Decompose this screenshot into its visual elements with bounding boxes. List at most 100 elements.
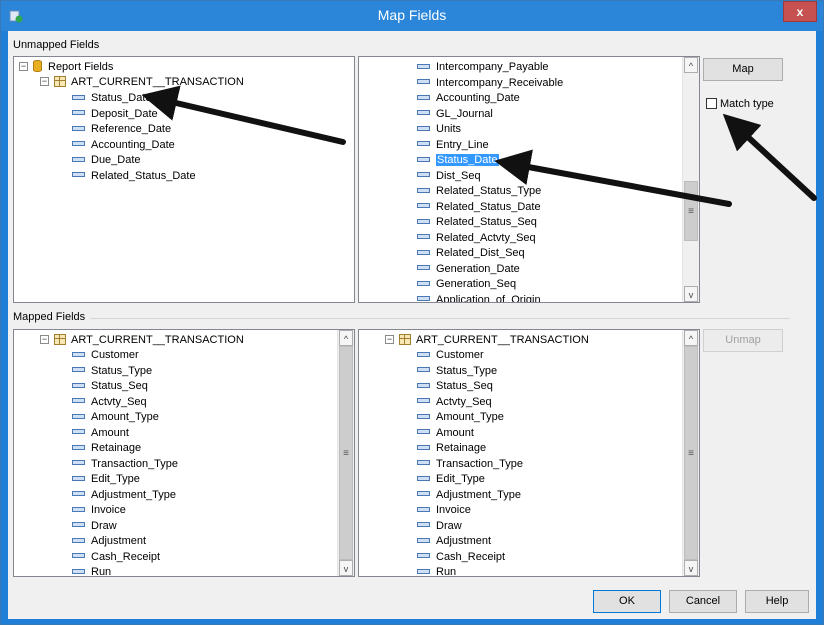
list-item[interactable]: Related_Status_Date <box>417 200 541 215</box>
list-item[interactable]: Related_Status_Seq <box>417 215 537 230</box>
unmap-button[interactable]: Unmap <box>703 329 783 352</box>
tree-node-table[interactable]: − ART_CURRENT__TRANSACTION <box>40 75 244 90</box>
tree-node-table[interactable]: − ART_CURRENT__TRANSACTION <box>40 333 244 348</box>
scrollbar[interactable]: ^ ≡ v <box>682 57 699 302</box>
scroll-up-button[interactable]: ^ <box>684 330 698 346</box>
list-item[interactable]: Retainage <box>72 441 141 456</box>
tree-field-item[interactable]: Related_Status_Date <box>72 169 196 184</box>
scroll-up-button[interactable]: ^ <box>684 57 698 73</box>
unmapped-report-fields-tree[interactable]: − Report Fields − ART_CURRENT__TRANSACTION S… <box>13 56 355 303</box>
list-item[interactable]: Adjustment_Type <box>72 488 176 503</box>
list-item[interactable]: Intercompany_Receivable <box>417 76 563 91</box>
list-item[interactable]: Generation_Date <box>417 262 520 277</box>
list-item[interactable]: Related_Dist_Seq <box>417 246 525 261</box>
list-item[interactable]: Application_of_Origin <box>417 293 541 302</box>
list-item[interactable]: Amount_Type <box>72 410 159 425</box>
list-item[interactable]: Draw <box>72 519 117 534</box>
group-divider <box>90 318 790 319</box>
list-item[interactable]: Amount_Type <box>417 410 504 425</box>
list-item[interactable]: Transaction_Type <box>417 457 523 472</box>
list-item[interactable]: Cash_Receipt <box>72 550 160 565</box>
scroll-down-button[interactable]: v <box>684 286 698 302</box>
list-item[interactable]: Run <box>417 565 456 576</box>
field-icon <box>72 172 85 178</box>
list-item[interactable]: Actvty_Seq <box>417 395 492 410</box>
scroll-down-button[interactable]: v <box>684 560 698 576</box>
item-label: Adjustment <box>91 535 147 547</box>
map-button[interactable]: Map <box>703 58 783 81</box>
tree-field-item[interactable]: Accounting_Date <box>72 138 175 153</box>
list-item[interactable]: Transaction_Type <box>72 457 178 472</box>
item-label: Report Fields <box>48 61 114 73</box>
field-icon <box>417 506 430 512</box>
list-item[interactable]: Customer <box>72 348 139 363</box>
scrollbar[interactable]: ^ ≡ v <box>337 330 354 576</box>
list-item[interactable]: Run <box>72 565 111 576</box>
field-icon <box>417 537 430 543</box>
list-item[interactable]: Invoice <box>72 503 126 518</box>
ok-button[interactable]: OK <box>593 590 661 613</box>
item-label: Edit_Type <box>91 473 140 485</box>
list-item[interactable]: Status_Type <box>72 364 152 379</box>
field-icon <box>417 280 430 286</box>
collapse-icon[interactable]: − <box>385 334 394 344</box>
list-item[interactable]: GL_Journal <box>417 107 493 122</box>
tree-field-item[interactable]: Deposit_Date <box>72 107 158 122</box>
list-item[interactable]: Actvty_Seq <box>72 395 147 410</box>
list-item[interactable]: Adjustment <box>417 534 491 549</box>
close-button[interactable]: x <box>783 1 817 22</box>
field-icon <box>417 79 430 85</box>
tree-field-item[interactable]: Reference_Date <box>72 122 171 137</box>
list-item[interactable]: Intercompany_Payable <box>417 60 549 75</box>
list-item[interactable]: Units <box>417 122 461 137</box>
mapped-target-fields-list[interactable]: ^ ≡ v − ART_CURRENT__TRANSACTION Customer S… <box>358 329 700 577</box>
list-item[interactable]: Status_Date <box>417 153 499 168</box>
list-item[interactable]: Generation_Seq <box>417 277 516 292</box>
scroll-thumb[interactable]: ≡ <box>684 181 698 241</box>
cancel-button[interactable]: Cancel <box>669 590 737 613</box>
collapse-icon[interactable]: − <box>19 61 28 71</box>
list-item[interactable]: Dist_Seq <box>417 169 481 184</box>
list-item[interactable]: Edit_Type <box>417 472 485 487</box>
tree-field-item[interactable]: Due_Date <box>72 153 141 168</box>
list-item[interactable]: Related_Status_Type <box>417 184 541 199</box>
list-item[interactable]: Draw <box>417 519 462 534</box>
list-item[interactable]: Amount <box>72 426 129 441</box>
list-item[interactable]: Accounting_Date <box>417 91 520 106</box>
tree-root-report-fields[interactable]: − Report Fields <box>19 60 113 75</box>
list-item[interactable]: Edit_Type <box>72 472 140 487</box>
list-item[interactable]: Amount <box>417 426 474 441</box>
scroll-thumb[interactable]: ≡ <box>339 346 353 560</box>
mapped-source-fields-list[interactable]: ^ ≡ v − ART_CURRENT__TRANSACTION Customer S… <box>13 329 355 577</box>
scroll-thumb[interactable]: ≡ <box>684 346 698 560</box>
collapse-icon[interactable]: − <box>40 334 49 344</box>
field-icon <box>417 522 430 528</box>
field-icon <box>72 367 85 373</box>
tree-field-item[interactable]: Status_Date <box>72 91 152 106</box>
list-item[interactable]: Status_Type <box>417 364 497 379</box>
list-item[interactable]: Invoice <box>417 503 471 518</box>
list-item[interactable]: Adjustment_Type <box>417 488 521 503</box>
unmapped-target-fields-list[interactable]: ^ ≡ v Intercompany_Payable Intercompany_R… <box>358 56 700 303</box>
match-type-checkbox[interactable] <box>706 98 717 109</box>
unmapped-fields-label: Unmapped Fields <box>13 39 100 51</box>
help-button[interactable]: Help <box>745 590 809 613</box>
list-item[interactable]: Related_Actvty_Seq <box>417 231 536 246</box>
scrollbar[interactable]: ^ ≡ v <box>682 330 699 576</box>
scroll-down-button[interactable]: v <box>339 560 353 576</box>
tree-node-table[interactable]: − ART_CURRENT__TRANSACTION <box>385 333 589 348</box>
list-item[interactable]: Status_Seq <box>417 379 493 394</box>
list-item[interactable]: Entry_Line <box>417 138 489 153</box>
field-icon <box>417 172 430 178</box>
item-label: Status_Type <box>436 364 498 377</box>
map-fields-window: Map Fields x Unmapped Fields − Report Fie… <box>0 0 824 625</box>
table-icon <box>399 333 411 345</box>
scroll-up-button[interactable]: ^ <box>339 330 353 346</box>
list-item[interactable]: Customer <box>417 348 484 363</box>
list-item[interactable]: Cash_Receipt <box>417 550 505 565</box>
list-item[interactable]: Adjustment <box>72 534 146 549</box>
list-item[interactable]: Retainage <box>417 441 486 456</box>
collapse-icon[interactable]: − <box>40 76 49 86</box>
item-label: Adjustment_Type <box>91 488 176 501</box>
list-item[interactable]: Status_Seq <box>72 379 148 394</box>
